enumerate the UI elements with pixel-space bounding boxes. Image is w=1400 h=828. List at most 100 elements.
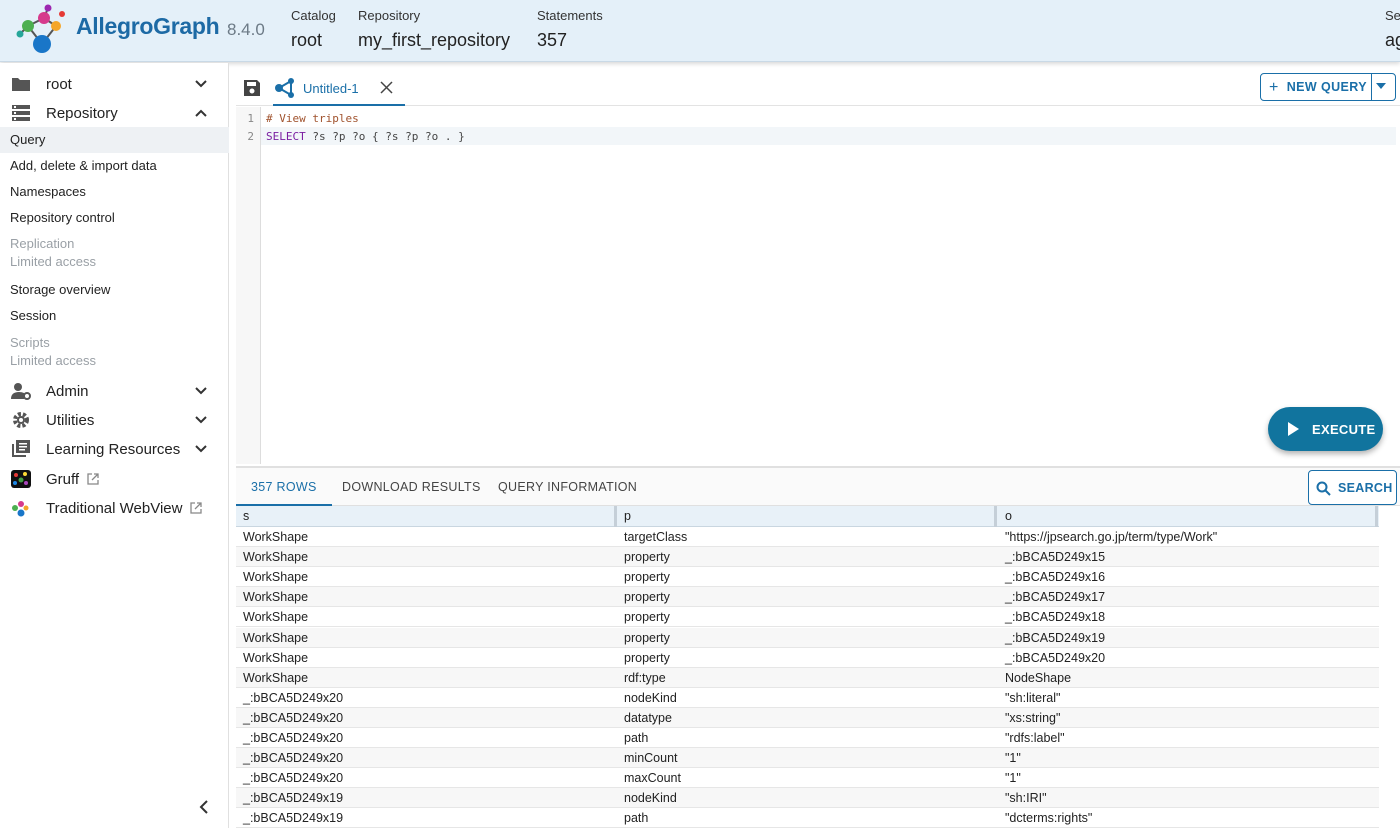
table-cell-s[interactable]: WorkShape [243, 550, 308, 564]
new-query-button[interactable]: + NEW QUERY [1260, 73, 1396, 101]
table-cell-o[interactable]: "sh:IRI" [1005, 791, 1047, 805]
table-cell-p[interactable]: nodeKind [624, 691, 677, 705]
sidebar-item-learning-resources[interactable]: Learning Resources [0, 435, 229, 463]
column-resize-handle[interactable] [994, 506, 997, 527]
sidebar-item-namespaces[interactable]: Namespaces [0, 179, 229, 205]
collapse-sidebar-chevron-left-icon[interactable] [196, 799, 212, 815]
table-cell-p[interactable]: property [624, 610, 670, 624]
table-cell-p[interactable]: rdf:type [624, 671, 666, 685]
table-cell-p[interactable]: nodeKind [624, 791, 677, 805]
execute-label: EXECUTE [1312, 422, 1376, 437]
table-cell-o[interactable]: "1" [1005, 771, 1021, 785]
table-cell-s[interactable]: _:bBCA5D249x20 [243, 711, 343, 725]
table-cell-s[interactable]: WorkShape [243, 651, 308, 665]
table-cell-s[interactable]: WorkShape [243, 631, 308, 645]
table-cell-o[interactable]: "https://jpsearch.go.jp/term/type/Work" [1005, 530, 1217, 544]
table-cell-o[interactable]: _:bBCA5D249x19 [1005, 631, 1105, 645]
sidebar-item-catalog[interactable]: root [0, 70, 229, 98]
table-row[interactable]: _:bBCA5D249x20 minCount "1" [236, 748, 1379, 769]
table-row[interactable]: WorkShape property _:bBCA5D249x20 [236, 648, 1379, 668]
sidebar-item-repository[interactable]: Repository [0, 99, 229, 127]
table-cell-o[interactable]: "rdfs:label" [1005, 731, 1065, 745]
table-cell-o[interactable]: "sh:literal" [1005, 691, 1060, 705]
table-row[interactable]: WorkShape targetClass "https://jpsearch.go… [236, 527, 1379, 547]
sidebar-item-admin[interactable]: Admin [0, 377, 229, 405]
table-row[interactable]: WorkShape property _:bBCA5D249x16 [236, 567, 1379, 588]
save-icon[interactable] [243, 79, 261, 97]
table-row[interactable]: _:bBCA5D249x19 nodeKind "sh:IRI" [236, 788, 1379, 809]
tab-query-information[interactable]: QUERY INFORMATION [498, 468, 637, 506]
sidebar-item-query[interactable]: Query [0, 127, 229, 153]
query-editor[interactable]: 1 2 # View triples SELECT ?s ?p ?o { ?s … [236, 107, 1396, 464]
dropdown-arrow-icon[interactable] [1376, 83, 1386, 89]
table-cell-p[interactable]: datatype [624, 711, 672, 725]
table-row[interactable]: WorkShape property _:bBCA5D249x15 [236, 547, 1379, 568]
sidebar-item-storage-overview[interactable]: Storage overview [0, 277, 229, 303]
table-cell-p[interactable]: path [624, 731, 648, 745]
table-row[interactable]: WorkShape property _:bBCA5D249x17 [236, 587, 1379, 608]
table-cell-s[interactable]: _:bBCA5D249x19 [243, 811, 343, 825]
table-cell-p[interactable]: path [624, 811, 648, 825]
column-header-p[interactable]: p [624, 509, 631, 523]
table-cell-o[interactable]: "1" [1005, 751, 1021, 765]
table-cell-s[interactable]: WorkShape [243, 590, 308, 604]
search-button[interactable]: SEARCH [1308, 470, 1397, 505]
table-cell-p[interactable]: property [624, 651, 670, 665]
table-cell-s[interactable]: _:bBCA5D249x20 [243, 731, 343, 745]
table-row[interactable]: WorkShape rdf:type NodeShape [236, 667, 1379, 688]
table-cell-s[interactable]: WorkShape [243, 610, 308, 624]
statements-label: Statements [537, 8, 603, 23]
column-header-s[interactable]: s [243, 509, 249, 523]
table-cell-p[interactable]: property [624, 590, 670, 604]
session-info[interactable]: Se ag [1385, 8, 1400, 51]
table-cell-o[interactable]: _:bBCA5D249x20 [1005, 651, 1105, 665]
table-row[interactable]: _:bBCA5D249x20 maxCount "1" [236, 768, 1379, 789]
table-cell-p[interactable]: property [624, 550, 670, 564]
table-row[interactable]: _:bBCA5D249x20 datatype "xs:string" [236, 707, 1379, 728]
tab-rows[interactable]: 357 ROWS [236, 468, 332, 506]
gruff-label: Gruff [46, 470, 80, 488]
execute-button[interactable]: EXECUTE [1268, 407, 1383, 451]
table-cell-s[interactable]: _:bBCA5D249x20 [243, 691, 343, 705]
table-cell-p[interactable]: targetClass [624, 530, 687, 544]
sidebar-item-repository-control[interactable]: Repository control [0, 205, 229, 231]
table-row[interactable]: _:bBCA5D249x20 nodeKind "sh:literal" [236, 688, 1379, 708]
sidebar-item-utilities[interactable]: Utilities [0, 406, 229, 434]
table-cell-p[interactable]: maxCount [624, 771, 681, 785]
sidebar-item-gruff[interactable]: Gruff [0, 465, 229, 493]
table-row[interactable]: _:bBCA5D249x20 path "rdfs:label" [236, 728, 1379, 748]
repository-info[interactable]: Repository my_first_repository [358, 8, 510, 51]
tab-untitled-1[interactable]: Untitled-1 [273, 71, 405, 106]
table-cell-p[interactable]: property [624, 631, 670, 645]
table-row[interactable]: WorkShape property _:bBCA5D249x19 [236, 627, 1379, 648]
table-cell-s[interactable]: _:bBCA5D249x20 [243, 771, 343, 785]
column-header-o[interactable]: o [1005, 509, 1012, 523]
column-resize-handle[interactable] [1375, 506, 1378, 527]
library-books-icon [12, 440, 30, 457]
repository-value: my_first_repository [358, 30, 511, 50]
table-cell-p[interactable]: minCount [624, 751, 678, 765]
table-cell-s[interactable]: WorkShape [243, 671, 308, 685]
column-resize-handle[interactable] [614, 506, 617, 527]
external-link-icon [190, 501, 203, 514]
table-cell-o[interactable]: _:bBCA5D249x16 [1005, 570, 1105, 584]
table-cell-o[interactable]: "dcterms:rights" [1005, 811, 1092, 825]
table-cell-s[interactable]: _:bBCA5D249x20 [243, 751, 343, 765]
table-cell-s[interactable]: _:bBCA5D249x19 [243, 791, 343, 805]
sidebar-item-add-delete-import[interactable]: Add, delete & import data [0, 153, 229, 179]
table-row[interactable]: WorkShape property _:bBCA5D249x18 [236, 607, 1379, 628]
table-cell-o[interactable]: _:bBCA5D249x18 [1005, 610, 1105, 624]
table-cell-o[interactable]: NodeShape [1005, 671, 1071, 685]
table-row[interactable]: _:bBCA5D249x19 path "dcterms:rights" [236, 808, 1379, 828]
close-icon[interactable] [380, 81, 393, 94]
table-cell-o[interactable]: _:bBCA5D249x17 [1005, 590, 1105, 604]
sidebar-item-session[interactable]: Session [0, 303, 229, 329]
table-cell-p[interactable]: property [624, 570, 670, 584]
catalog-info[interactable]: Catalog root [291, 8, 336, 51]
tab-download-results[interactable]: DOWNLOAD RESULTS [342, 468, 481, 506]
table-cell-s[interactable]: WorkShape [243, 570, 308, 584]
table-cell-s[interactable]: WorkShape [243, 530, 308, 544]
sidebar-item-traditional-webview[interactable]: Traditional WebView [0, 494, 229, 522]
table-cell-o[interactable]: _:bBCA5D249x15 [1005, 550, 1105, 564]
table-cell-o[interactable]: "xs:string" [1005, 711, 1060, 725]
